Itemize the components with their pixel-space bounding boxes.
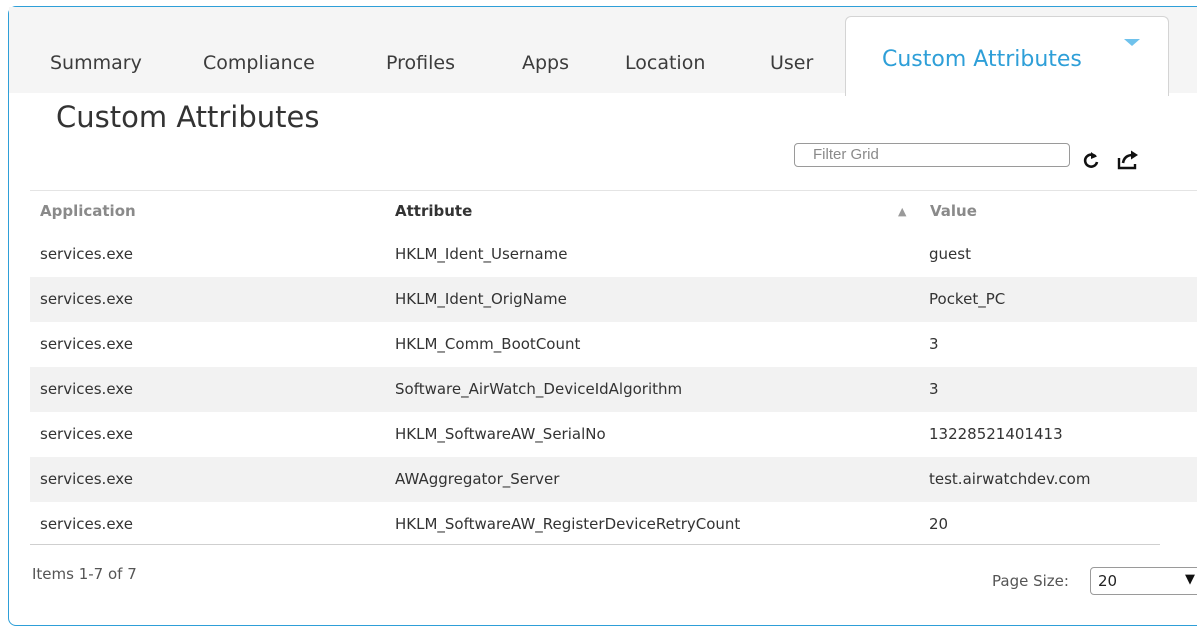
grid-divider [30,190,1197,191]
cell-attribute: HKLM_Ident_OrigName [395,290,567,308]
table-row[interactable]: services.exe HKLM_Ident_OrigName Pocket_… [30,277,1197,322]
tab-custom-attributes[interactable]: Custom Attributes [845,16,1169,96]
cell-application: services.exe [40,290,133,308]
cell-attribute: HKLM_Comm_BootCount [395,335,581,353]
cell-value: 3 [929,380,939,398]
cell-value: guest [929,245,971,263]
cell-value: 20 [929,515,949,533]
cell-attribute: HKLM_SoftwareAW_RegisterDeviceRetryCount [395,515,741,533]
tab-apps[interactable]: Apps [522,52,569,74]
cell-value: Pocket_PC [929,290,1006,308]
cell-attribute: HKLM_Ident_Username [395,245,568,263]
tab-user[interactable]: User [770,52,813,74]
cell-value: 3 [929,335,939,353]
tab-custom-attributes-label: Custom Attributes [882,47,1082,72]
sort-ascending-icon[interactable]: ▲ [898,205,906,218]
table-row[interactable]: services.exe HKLM_SoftwareAW_SerialNo 13… [30,412,1197,457]
cell-application: services.exe [40,380,133,398]
cell-application: services.exe [40,425,133,443]
page-size-select[interactable]: 20 ▼ [1090,567,1197,595]
table-row[interactable]: services.exe HKLM_Ident_Username guest [30,232,1197,277]
refresh-icon[interactable] [1080,149,1102,175]
table-row[interactable]: services.exe HKLM_SoftwareAW_RegisterDev… [30,502,1197,547]
export-icon[interactable] [1116,149,1142,175]
dropdown-arrow-icon[interactable]: ▼ [1185,572,1195,587]
page-size-label: Page Size: [992,572,1069,590]
cell-value: test.airwatchdev.com [929,470,1091,488]
cell-application: services.exe [40,335,133,353]
cell-attribute: Software_AirWatch_DeviceIdAlgorithm [395,380,683,398]
tab-compliance[interactable]: Compliance [203,52,315,74]
table-row[interactable]: services.exe AWAggregator_Server test.ai… [30,457,1197,502]
tab-summary[interactable]: Summary [50,52,142,74]
tab-location[interactable]: Location [625,52,705,74]
table-row[interactable]: services.exe Software_AirWatch_DeviceIdA… [30,367,1197,412]
column-header-attribute[interactable]: Attribute [395,202,472,220]
grid-bottom-divider [30,544,1160,545]
cell-attribute: AWAggregator_Server [395,470,560,488]
tab-profiles[interactable]: Profiles [386,52,455,74]
cell-application: services.exe [40,515,133,533]
filter-grid-input[interactable] [794,143,1070,167]
pager-item-count: Items 1-7 of 7 [32,565,137,583]
column-header-value[interactable]: Value [930,202,977,220]
cell-application: services.exe [40,245,133,263]
page-title: Custom Attributes [56,100,320,134]
cell-application: services.exe [40,470,133,488]
cell-value: 13228521401413 [929,425,1063,443]
chevron-down-icon[interactable] [1124,39,1140,46]
column-header-application[interactable]: Application [40,202,136,220]
cell-attribute: HKLM_SoftwareAW_SerialNo [395,425,606,443]
page-size-value: 20 [1098,572,1118,590]
table-row[interactable]: services.exe HKLM_Comm_BootCount 3 [30,322,1197,367]
